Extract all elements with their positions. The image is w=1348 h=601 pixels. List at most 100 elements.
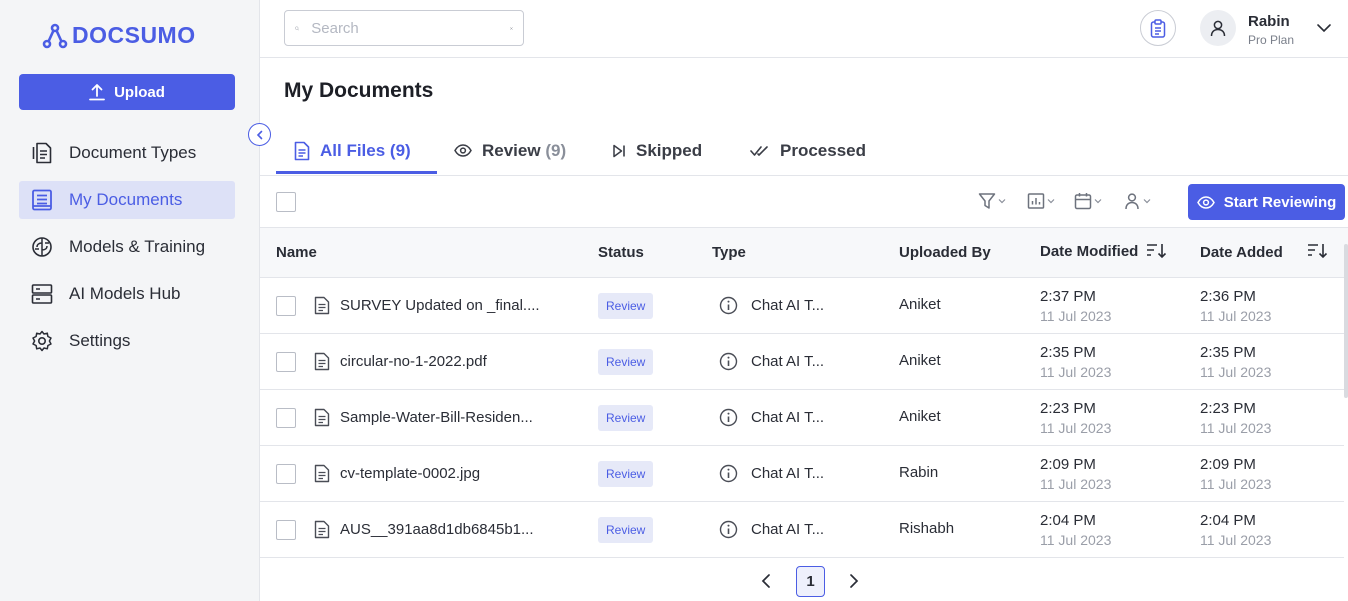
file-name-cell[interactable]: Sample-Water-Bill-Residen... xyxy=(314,408,533,427)
column-label: Date Modified xyxy=(1040,242,1139,260)
document-type: Chat AI T... xyxy=(751,353,825,370)
file-icon xyxy=(314,352,330,371)
uploaded-by: Aniket xyxy=(899,352,941,369)
select-all-checkbox[interactable] xyxy=(276,192,296,212)
table-row[interactable]: circular-no-1-2022.pdf Review Chat AI T...… xyxy=(260,334,1344,390)
sort-icon[interactable] xyxy=(1307,242,1329,260)
added-time: 2:04 PM xyxy=(1200,512,1256,529)
start-reviewing-label: Start Reviewing xyxy=(1223,193,1337,211)
info-icon[interactable] xyxy=(719,520,738,539)
file-name[interactable]: AUS__391aa8d1db6845b1... xyxy=(340,521,534,538)
scrollbar[interactable] xyxy=(1344,244,1348,398)
modified-time: 2:04 PM xyxy=(1040,512,1096,529)
clipboard-button[interactable] xyxy=(1140,10,1176,46)
search-icon xyxy=(295,26,300,30)
date-modified-cell: 2:35 PM 11 Jul 2023 xyxy=(1040,344,1111,380)
column-name: Name xyxy=(276,244,317,261)
logo[interactable]: DOCSUMO xyxy=(42,22,196,49)
date-added-cell: 2:04 PM 11 Jul 2023 xyxy=(1200,512,1271,548)
row-checkbox[interactable] xyxy=(276,296,296,316)
file-name[interactable]: circular-no-1-2022.pdf xyxy=(340,353,487,370)
document-type: Chat AI T... xyxy=(751,409,825,426)
file-name-cell[interactable]: AUS__391aa8d1db6845b1... xyxy=(314,520,534,539)
column-status: Status xyxy=(598,244,644,261)
sidebar-item-label: Models & Training xyxy=(69,237,206,256)
date-filter-button[interactable] xyxy=(1074,192,1102,210)
upload-button[interactable]: Upload xyxy=(19,74,235,110)
search-box xyxy=(284,10,524,46)
tab-all-files[interactable]: All Files (9) xyxy=(294,126,411,175)
row-checkbox[interactable] xyxy=(276,464,296,484)
modified-time: 2:23 PM xyxy=(1040,400,1096,417)
column-label: Status xyxy=(598,244,644,261)
added-time: 2:23 PM xyxy=(1200,400,1256,417)
file-name[interactable]: Sample-Water-Bill-Residen... xyxy=(340,409,533,426)
info-icon[interactable] xyxy=(719,296,738,315)
modified-date: 11 Jul 2023 xyxy=(1040,420,1112,436)
chevron-down-icon[interactable] xyxy=(1316,20,1332,36)
chart-filter-button[interactable] xyxy=(1027,192,1055,210)
file-name-cell[interactable]: SURVEY Updated on _final.... xyxy=(314,296,540,315)
tab-processed[interactable]: Processed xyxy=(750,126,866,175)
sort-descending-icon[interactable] xyxy=(1146,242,1168,260)
row-checkbox[interactable] xyxy=(276,352,296,372)
file-icon xyxy=(314,296,330,315)
tab-skipped[interactable]: Skipped xyxy=(612,126,702,175)
table-toolbar: Start Reviewing xyxy=(260,176,1348,228)
user-filter-button[interactable] xyxy=(1123,192,1151,210)
sidebar: DOCSUMO Upload Document Types My Documen… xyxy=(0,0,260,601)
start-reviewing-button[interactable]: Start Reviewing xyxy=(1188,184,1345,220)
sidebar-item-label: Settings xyxy=(69,331,131,350)
sidebar-item-ai-models-hub[interactable]: AI Models Hub xyxy=(19,275,235,313)
clear-search-icon[interactable] xyxy=(510,23,513,34)
row-checkbox[interactable] xyxy=(276,408,296,428)
file-icon xyxy=(314,464,330,483)
row-checkbox[interactable] xyxy=(276,520,296,540)
table-row[interactable]: Sample-Water-Bill-Residen... Review Chat A… xyxy=(260,390,1344,446)
modified-time: 2:37 PM xyxy=(1040,288,1096,305)
info-icon[interactable] xyxy=(719,464,738,483)
logo-icon xyxy=(42,23,68,48)
info-icon[interactable] xyxy=(719,352,738,371)
tab-bar: All Files (9) Review (9) Skipped Process… xyxy=(260,126,1348,176)
filter-button[interactable] xyxy=(978,192,1006,210)
avatar[interactable] xyxy=(1200,10,1236,46)
sidebar-item-models-training[interactable]: Models & Training xyxy=(19,228,235,266)
column-type: Type xyxy=(712,244,746,261)
table-row[interactable]: AUS__391aa8d1db6845b1... Review Chat AI T.… xyxy=(260,502,1344,558)
collapse-sidebar-button[interactable] xyxy=(248,123,271,146)
column-date-modified: Date Modified xyxy=(1040,242,1168,260)
column-uploaded-by: Uploaded By xyxy=(899,244,991,261)
next-page-icon[interactable] xyxy=(848,573,860,589)
added-date: 11 Jul 2023 xyxy=(1200,308,1272,324)
table-row[interactable]: cv-template-0002.jpg Review Chat AI T... Ra… xyxy=(260,446,1344,502)
file-name-cell[interactable]: circular-no-1-2022.pdf xyxy=(314,352,487,371)
previous-page-icon[interactable] xyxy=(760,573,772,589)
sidebar-item-document-types[interactable]: Document Types xyxy=(19,134,235,172)
upload-icon xyxy=(89,84,105,101)
page-number-button[interactable]: 1 xyxy=(796,566,825,597)
date-modified-cell: 2:04 PM 11 Jul 2023 xyxy=(1040,512,1111,548)
sidebar-nav: Document Types My Documents Models & Tra… xyxy=(19,134,235,369)
type-cell: Chat AI T... xyxy=(719,408,824,427)
sidebar-item-my-documents[interactable]: My Documents xyxy=(19,181,235,219)
chevron-down-icon xyxy=(998,199,1006,204)
table-row[interactable]: SURVEY Updated on _final.... Review Chat A… xyxy=(260,278,1344,334)
added-time: 2:09 PM xyxy=(1200,456,1256,473)
bar-chart-icon xyxy=(1027,193,1045,209)
sidebar-item-settings[interactable]: Settings xyxy=(19,322,235,360)
sidebar-item-label: My Documents xyxy=(69,190,183,209)
type-cell: Chat AI T... xyxy=(719,352,824,371)
added-time: 2:35 PM xyxy=(1200,344,1256,361)
modified-date: 11 Jul 2023 xyxy=(1040,308,1112,324)
info-icon[interactable] xyxy=(719,408,738,427)
column-label: Type xyxy=(712,244,746,261)
tab-label: Processed xyxy=(780,140,866,160)
file-name[interactable]: SURVEY Updated on _final.... xyxy=(340,297,540,314)
added-date: 11 Jul 2023 xyxy=(1200,476,1272,492)
search-input[interactable] xyxy=(311,19,511,37)
tab-review[interactable]: Review (9) xyxy=(454,126,566,175)
date-added-cell: 2:09 PM 11 Jul 2023 xyxy=(1200,456,1271,492)
file-name[interactable]: cv-template-0002.jpg xyxy=(340,465,480,482)
file-name-cell[interactable]: cv-template-0002.jpg xyxy=(314,464,480,483)
